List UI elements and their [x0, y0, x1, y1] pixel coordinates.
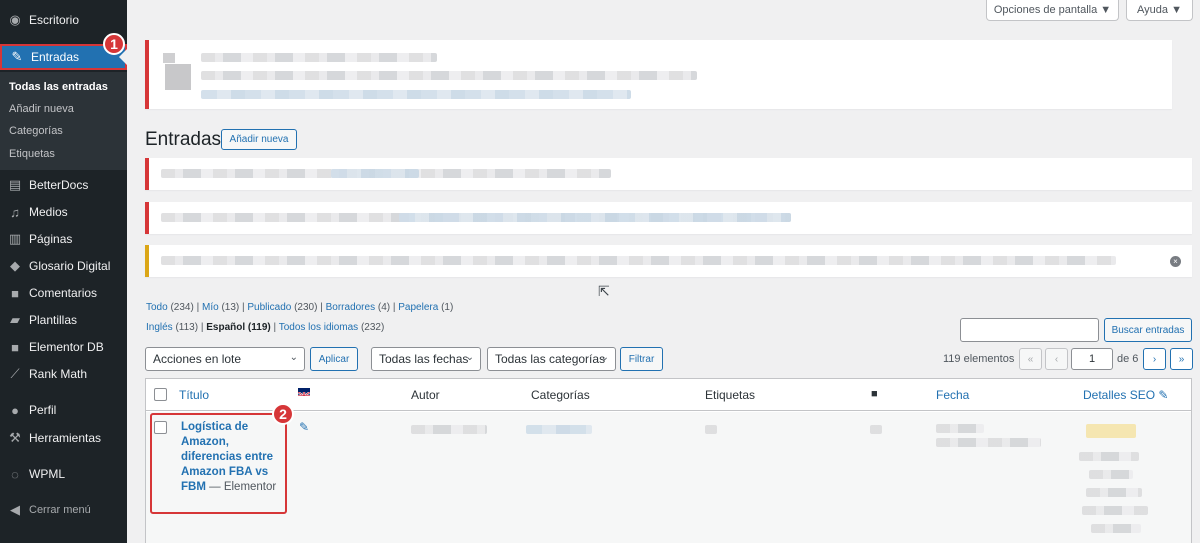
- filter-button[interactable]: Filtrar: [620, 347, 663, 371]
- admin-notice-blurred: [145, 40, 1172, 109]
- bulk-actions-select[interactable]: Acciones en lote ⌄: [145, 347, 305, 371]
- column-author: Autor: [411, 388, 440, 402]
- user-icon: ●: [11, 402, 19, 418]
- seo-details-blurred: [1091, 524, 1141, 533]
- callout-1: 1: [103, 33, 125, 55]
- collapse-menu[interactable]: ◀ Cerrar menú: [0, 497, 127, 523]
- admin-notice-blurred: [145, 202, 1192, 234]
- date-blurred: [936, 438, 1041, 447]
- admin-notice-warning-blurred: [145, 245, 1192, 277]
- pin-icon: ✎: [11, 49, 23, 64]
- language-filters: Inglés (113) | Español (119) | Todos los…: [146, 322, 385, 333]
- graduation-cap-icon: ◆: [10, 258, 20, 273]
- menu-item-betterdocs[interactable]: ▤ BetterDocs: [0, 172, 127, 198]
- category-filter-select[interactable]: Todas las categorías ⌄: [487, 347, 616, 371]
- apply-button[interactable]: Aplicar: [310, 347, 358, 371]
- column-tags: Etiquetas: [705, 388, 756, 402]
- categories-blurred: [526, 425, 592, 434]
- seo-details-blurred: [1082, 506, 1148, 515]
- pages-icon: ▥: [8, 231, 22, 246]
- menu-item-rank-math[interactable]: ⟋ Rank Math: [0, 361, 127, 387]
- comment-icon: ■: [11, 339, 19, 355]
- first-page-button: «: [1019, 348, 1042, 370]
- comments-column-icon: ■: [871, 388, 878, 400]
- filter-mine[interactable]: Mío (13): [202, 302, 239, 313]
- add-new-button[interactable]: Añadir nueva: [221, 129, 297, 150]
- mouse-cursor-icon: ⇱: [598, 283, 610, 299]
- search-posts-button[interactable]: Buscar entradas: [1104, 318, 1192, 342]
- menu-item-herramientas[interactable]: ⚒ Herramientas: [0, 425, 127, 451]
- submenu-categorias[interactable]: Categorías: [9, 125, 63, 137]
- chevron-down-icon: ⌄: [600, 352, 609, 363]
- filter-trash[interactable]: Papelera (1): [398, 302, 453, 313]
- menu-item-paginas[interactable]: ▥ Páginas: [0, 226, 127, 252]
- column-seo-details[interactable]: Detalles SEO ✎: [1083, 388, 1168, 402]
- page-title: Entradas: [145, 129, 222, 150]
- select-all-checkbox[interactable]: [154, 388, 167, 401]
- comments-blurred: [870, 425, 882, 434]
- table-row: Logística de Amazon, diferencias entre A…: [146, 412, 1191, 543]
- lang-all[interactable]: Todos los idiomas (232): [279, 322, 385, 333]
- last-page-button[interactable]: »: [1170, 348, 1193, 370]
- wrench-icon: ⚒: [9, 430, 21, 445]
- pencil-icon: ✎: [1158, 388, 1169, 402]
- media-icon: ♫: [10, 204, 20, 220]
- uk-flag-icon: [298, 388, 310, 396]
- menu-item-wpml[interactable]: ◌ WPML: [0, 461, 127, 487]
- callout-2: 2: [272, 403, 294, 425]
- seo-details-blurred: [1079, 452, 1139, 461]
- dashboard-icon: ◉: [9, 12, 21, 27]
- chevron-down-icon: ⌄: [289, 352, 298, 363]
- seo-details-blurred: [1086, 488, 1142, 497]
- menu-item-escritorio[interactable]: ◉ Escritorio: [0, 7, 127, 33]
- date-filter-select[interactable]: Todas las fechas ⌄: [371, 347, 481, 371]
- admin-sidebar: ◉ Escritorio ✎ Entradas Todas las entradas…: [0, 0, 127, 543]
- next-page-button[interactable]: ›: [1143, 348, 1166, 370]
- status-filters: Todo (234) | Mío (13) | Publicado (230) …: [146, 302, 454, 313]
- filter-all[interactable]: Todo (234): [146, 302, 194, 313]
- items-count: 119 elementos: [943, 353, 1015, 365]
- seo-details-blurred: [1089, 470, 1133, 479]
- dismiss-notice-icon[interactable]: ×: [1170, 256, 1181, 267]
- menu-item-medios[interactable]: ♫ Medios: [0, 199, 127, 225]
- chevron-down-icon: ⌄: [465, 352, 474, 363]
- chart-icon: ⟋: [10, 366, 20, 381]
- author-blurred: [411, 425, 487, 434]
- menu-item-plantillas[interactable]: ▰ Plantillas: [0, 307, 127, 333]
- submenu-etiquetas[interactable]: Etiquetas: [9, 148, 55, 160]
- folder-icon: ▰: [10, 312, 20, 327]
- submenu-anadir-nueva[interactable]: Añadir nueva: [9, 103, 74, 115]
- date-blurred: [936, 424, 984, 433]
- lang-spanish-current: Español (119): [206, 322, 271, 333]
- lang-english[interactable]: Inglés (113): [146, 322, 198, 333]
- edit-translation-icon[interactable]: ✎: [299, 420, 309, 434]
- collapse-icon: ◀: [10, 502, 20, 517]
- menu-item-glosario[interactable]: ◆ Glosario Digital: [0, 253, 127, 279]
- search-input[interactable]: [960, 318, 1099, 342]
- entradas-submenu: Todas las entradas Añadir nueva Categorí…: [0, 72, 127, 170]
- submenu-todas-entradas[interactable]: Todas las entradas: [9, 81, 108, 93]
- wpml-icon: ◌: [11, 466, 19, 482]
- screen-options-button[interactable]: Opciones de pantalla ▼: [986, 0, 1119, 21]
- filter-published[interactable]: Publicado (230): [247, 302, 317, 313]
- filter-drafts[interactable]: Borradores (4): [326, 302, 390, 313]
- menu-item-comentarios[interactable]: ■ Comentarios: [0, 280, 127, 306]
- seo-score-blurred: [1086, 424, 1136, 438]
- column-categories: Categorías: [531, 388, 590, 402]
- comment-icon: ■: [11, 285, 19, 301]
- menu-item-perfil[interactable]: ● Perfil: [0, 397, 127, 423]
- docs-icon: ▤: [8, 177, 22, 192]
- posts-table: Título Autor Categorías Etiquetas ■ Fech…: [145, 378, 1192, 543]
- prev-page-button: ‹: [1045, 348, 1068, 370]
- help-button[interactable]: Ayuda ▼: [1126, 0, 1193, 21]
- admin-notice-blurred: [145, 158, 1192, 190]
- total-pages: de 6: [1117, 353, 1139, 365]
- highlight-box: [150, 413, 287, 514]
- column-date[interactable]: Fecha: [936, 388, 969, 402]
- current-page-input[interactable]: 1: [1071, 348, 1113, 370]
- tags-blurred: [705, 425, 717, 434]
- column-title[interactable]: Título: [179, 388, 209, 402]
- menu-item-elementor-db[interactable]: ■ Elementor DB: [0, 334, 127, 360]
